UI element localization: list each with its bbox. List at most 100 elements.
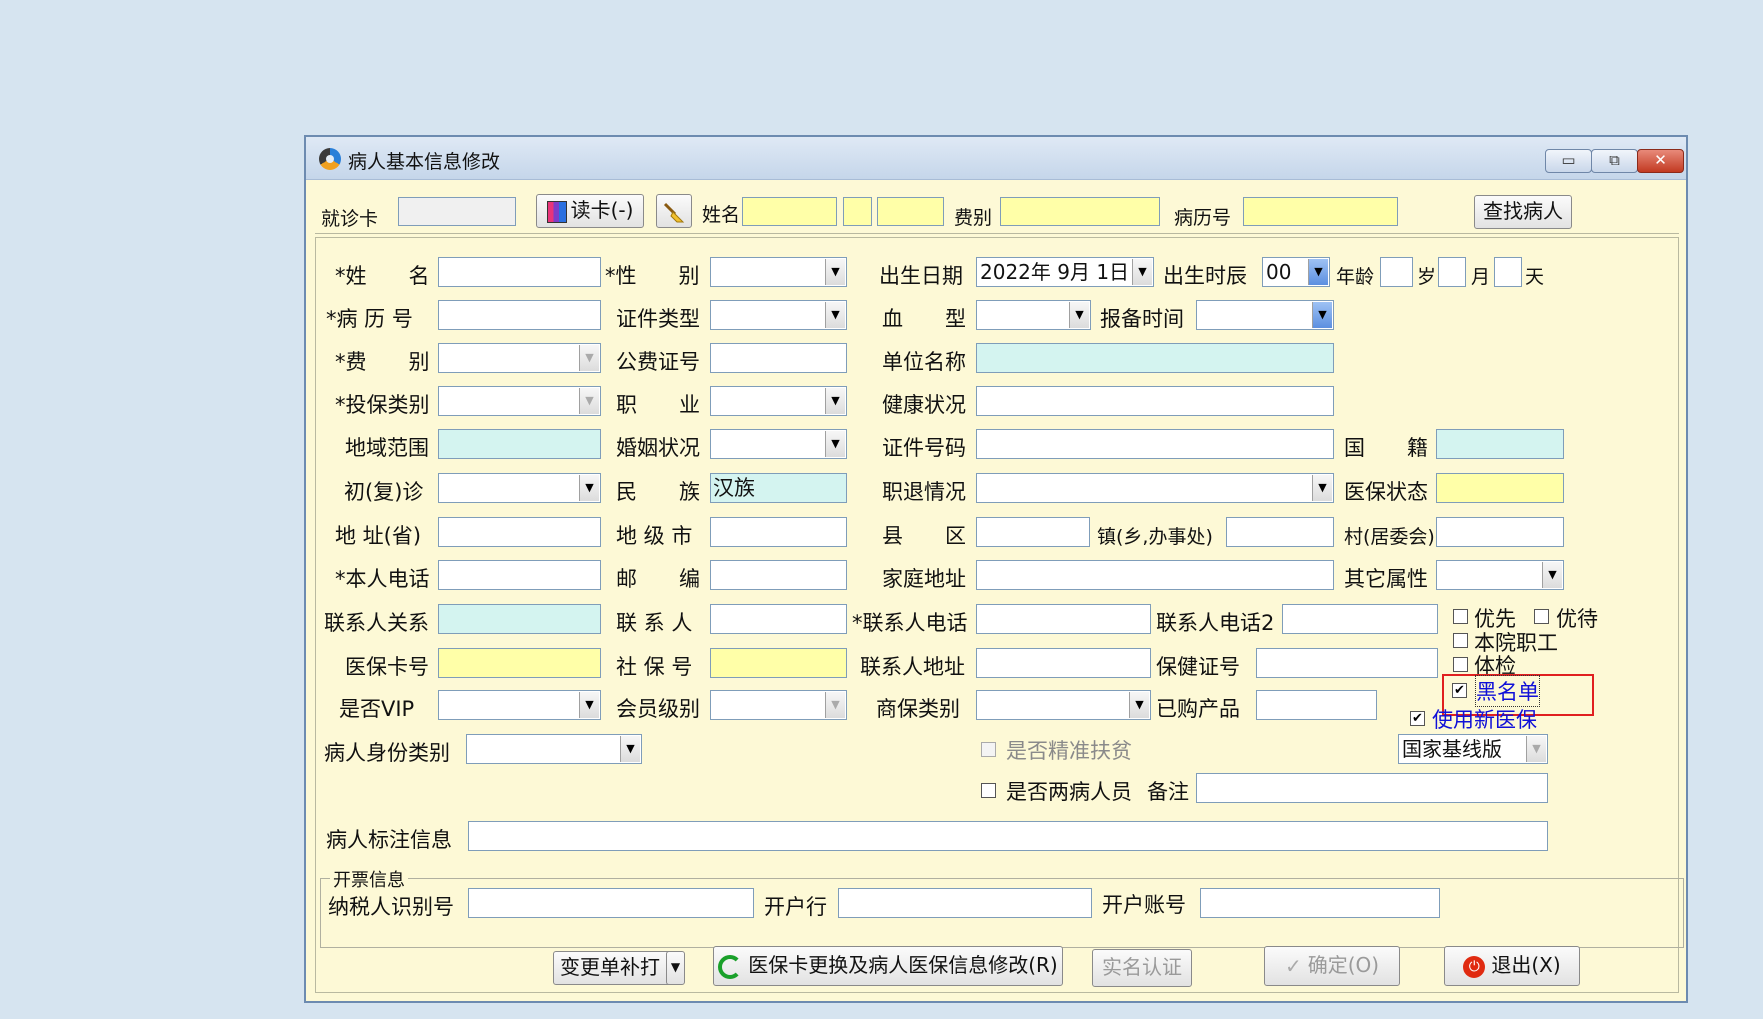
remark-input[interactable] [1196,773,1548,803]
contact-label: 联 系 人 [616,611,693,635]
insurance-type-select[interactable]: ▼ [438,386,601,416]
top-name-input-2[interactable] [843,197,872,226]
exit-label: 退出(X) [1491,953,1561,977]
postcode-input[interactable] [710,560,847,590]
top-record-input[interactable] [1243,197,1398,226]
confirm-button[interactable]: ✓ 确定(O) [1264,946,1400,986]
visit-type-label: 初(复)诊 [344,480,424,504]
village-input[interactable] [1436,517,1564,547]
commercial-insurance-select[interactable]: ▼ [976,690,1151,720]
age-day-input[interactable] [1494,257,1522,287]
contact-relation-label: 联系人关系 [324,611,429,635]
top-name-input-3[interactable] [877,197,944,226]
read-card-button[interactable]: 读卡(-) [536,194,644,228]
poverty-checkbox[interactable] [981,742,996,757]
age-month-input[interactable] [1438,257,1466,287]
card-input[interactable] [398,197,516,226]
version-select[interactable]: 国家基线版 ▼ [1398,734,1548,764]
fee-select[interactable]: ▼ [438,343,601,373]
company-input[interactable] [976,343,1334,373]
find-patient-button[interactable]: 查找病人 [1474,195,1572,229]
new-insurance-checkbox[interactable]: ✔ [1410,711,1425,726]
contact-relation-input[interactable] [438,604,601,634]
report-time-label: 报备时间 [1100,307,1184,331]
health-card-input[interactable] [1256,648,1438,678]
report-time-select[interactable]: ▼ [1196,300,1334,330]
insurance-type-label: *投保类别 [335,393,430,417]
checkup-checkbox[interactable] [1453,657,1468,672]
staff-checkbox[interactable] [1453,633,1468,648]
record-label: *病 历 号 [326,307,413,331]
marriage-select[interactable]: ▼ [710,429,847,459]
ethnic-input[interactable]: 汉族 [710,473,847,503]
note-input[interactable] [468,821,1548,851]
home-address-input[interactable] [976,560,1334,590]
birth-hour-select[interactable]: 00 ▼ [1262,257,1330,287]
id-number-input[interactable] [976,429,1334,459]
close-button[interactable]: ✕ [1637,149,1684,173]
job-select[interactable]: ▼ [710,386,847,416]
birth-date-picker[interactable]: 2022年 9月 1日 ▼ [976,257,1154,287]
minimize-button[interactable]: ▭ [1545,149,1592,173]
retire-label: 职退情况 [882,480,966,504]
town-input[interactable] [1226,517,1334,547]
verify-button[interactable]: 实名认证 [1092,949,1192,987]
bank-input[interactable] [838,888,1092,918]
restore-button[interactable]: ⧉ [1591,149,1638,173]
name-input[interactable] [438,257,601,287]
priority-checkbox[interactable] [1453,609,1468,624]
identity-type-select[interactable]: ▼ [466,734,642,764]
update-insurance-button[interactable]: 医保卡更换及病人医保信息修改(R) [713,946,1063,986]
blood-type-select[interactable]: ▼ [976,300,1091,330]
nationality-label: 国 籍 [1344,436,1428,460]
contact-phone-input[interactable] [976,604,1151,634]
id-type-select[interactable]: ▼ [710,300,847,330]
taxpayer-input[interactable] [468,888,754,918]
window-title: 病人基本信息修改 [348,151,501,173]
record-input[interactable] [438,300,601,330]
reprint-dropdown-arrow[interactable]: ▼ [666,951,685,985]
purchased-input[interactable] [1256,690,1377,720]
county-input[interactable] [976,517,1090,547]
retire-select[interactable]: ▼ [976,473,1334,503]
poverty-label: 是否精准扶贫 [1006,739,1132,763]
reprint-dropdown-button[interactable]: 变更单补打 [553,951,683,985]
chevron-down-icon: ▼ [579,388,599,414]
province-input[interactable] [438,517,601,547]
medical-card-input[interactable] [438,648,601,678]
chevron-down-icon: ▼ [670,960,681,974]
birth-date-value: 2022年 9月 1日 [980,260,1130,284]
card-reader-icon [546,200,567,223]
phone-input[interactable] [438,560,601,590]
top-name-input[interactable] [742,197,837,226]
exit-button[interactable]: ⏻ 退出(X) [1444,946,1580,986]
health-input[interactable] [976,386,1334,416]
public-fee-input[interactable] [710,343,847,373]
social-security-label: 社 保 号 [616,655,693,679]
clear-button[interactable] [656,194,692,228]
blacklist-checkbox[interactable]: ✔ [1452,683,1467,698]
public-fee-label: 公费证号 [616,350,700,374]
other-attr-select[interactable]: ▼ [1436,560,1564,590]
social-security-input[interactable] [710,648,847,678]
region-input[interactable] [438,429,601,459]
vip-select[interactable]: ▼ [438,690,601,720]
age-year-input[interactable] [1380,257,1413,287]
preferential-checkbox[interactable] [1534,609,1549,624]
top-name-label: 姓名 [702,204,741,226]
confirm-label: 确定(O) [1307,953,1380,977]
city-input[interactable] [710,517,847,547]
contact-address-input[interactable] [976,648,1151,678]
visit-type-select[interactable]: ▼ [438,473,601,503]
gender-select[interactable]: ▼ [710,257,847,287]
two-disease-checkbox[interactable] [981,783,996,798]
insurance-status-input[interactable] [1436,473,1564,503]
contact-input[interactable] [710,604,847,634]
member-level-select[interactable]: ▼ [710,690,847,720]
account-input[interactable] [1200,888,1440,918]
power-icon: ⏻ [1463,955,1486,978]
preferential-label: 优待 [1556,607,1598,631]
nationality-input[interactable] [1436,429,1564,459]
top-fee-input[interactable] [1000,197,1160,226]
contact-phone2-input[interactable] [1282,604,1438,634]
